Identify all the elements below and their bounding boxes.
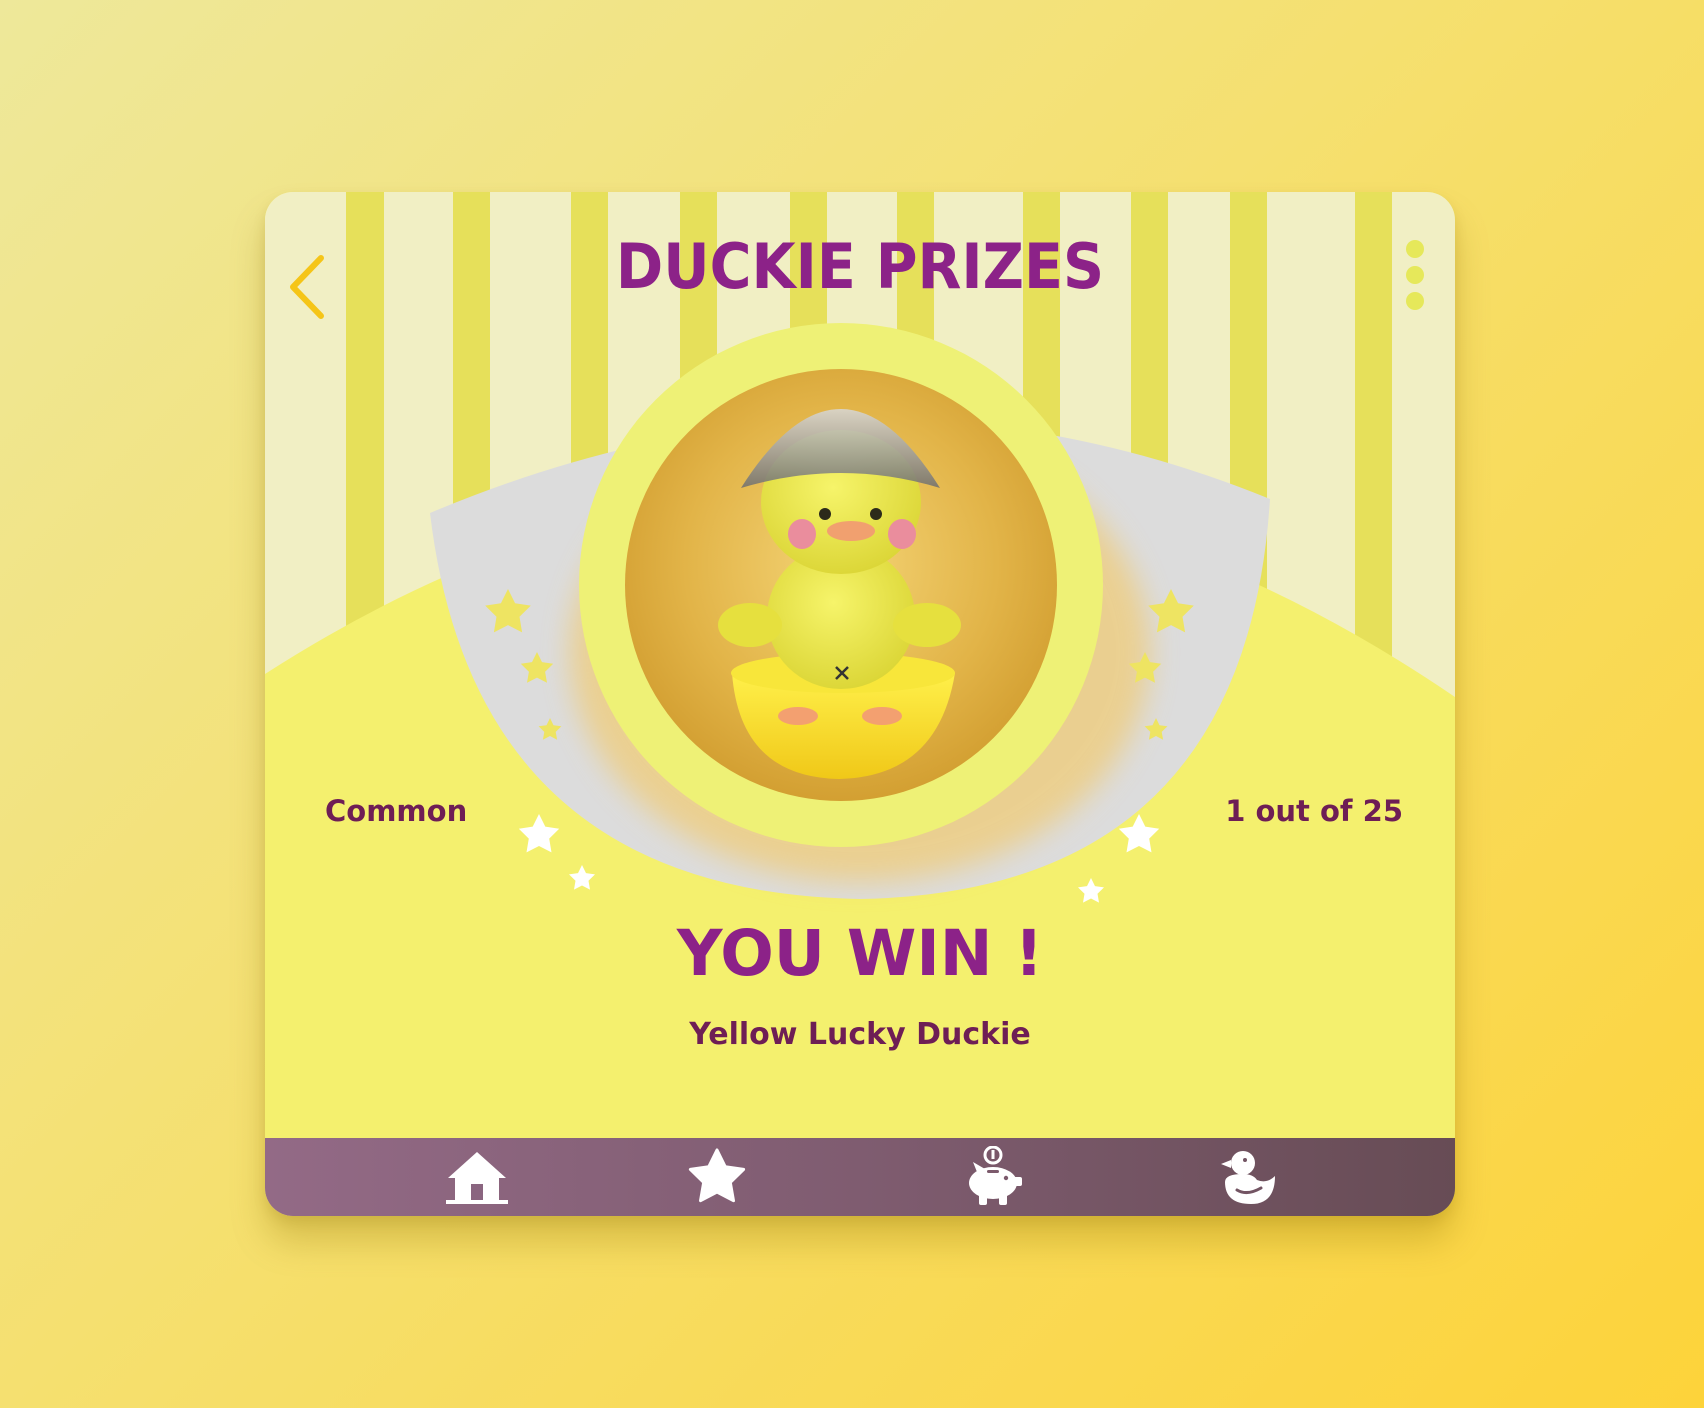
back-button[interactable] xyxy=(283,250,333,320)
star-icon xyxy=(688,1148,746,1203)
prize-count: 1 out of 25 xyxy=(1225,794,1403,828)
prize-card: DUCKIE PRIZES Common 1 out of 25 YOU WIN… xyxy=(265,192,1455,1216)
duck-icon xyxy=(1221,1151,1275,1204)
prize-name: Yellow Lucky Duckie xyxy=(689,1017,1031,1052)
more-menu-button[interactable] xyxy=(1395,237,1431,317)
home-icon xyxy=(446,1152,508,1204)
page-title: DUCKIE PRIZES xyxy=(615,230,1105,303)
nav-savings[interactable] xyxy=(959,1145,1029,1208)
chevron-left-icon xyxy=(290,255,324,319)
rarity-label: Common xyxy=(325,794,468,828)
nav-collection[interactable] xyxy=(1213,1146,1283,1208)
win-headline: YOU WIN ! xyxy=(676,917,1044,990)
piggy-bank-icon xyxy=(969,1145,1022,1205)
nav-home[interactable] xyxy=(442,1146,512,1208)
card-background xyxy=(265,192,1455,1138)
more-vertical-icon xyxy=(1406,240,1424,310)
nav-favorites[interactable] xyxy=(682,1146,752,1208)
bottom-nav xyxy=(265,1138,1455,1216)
